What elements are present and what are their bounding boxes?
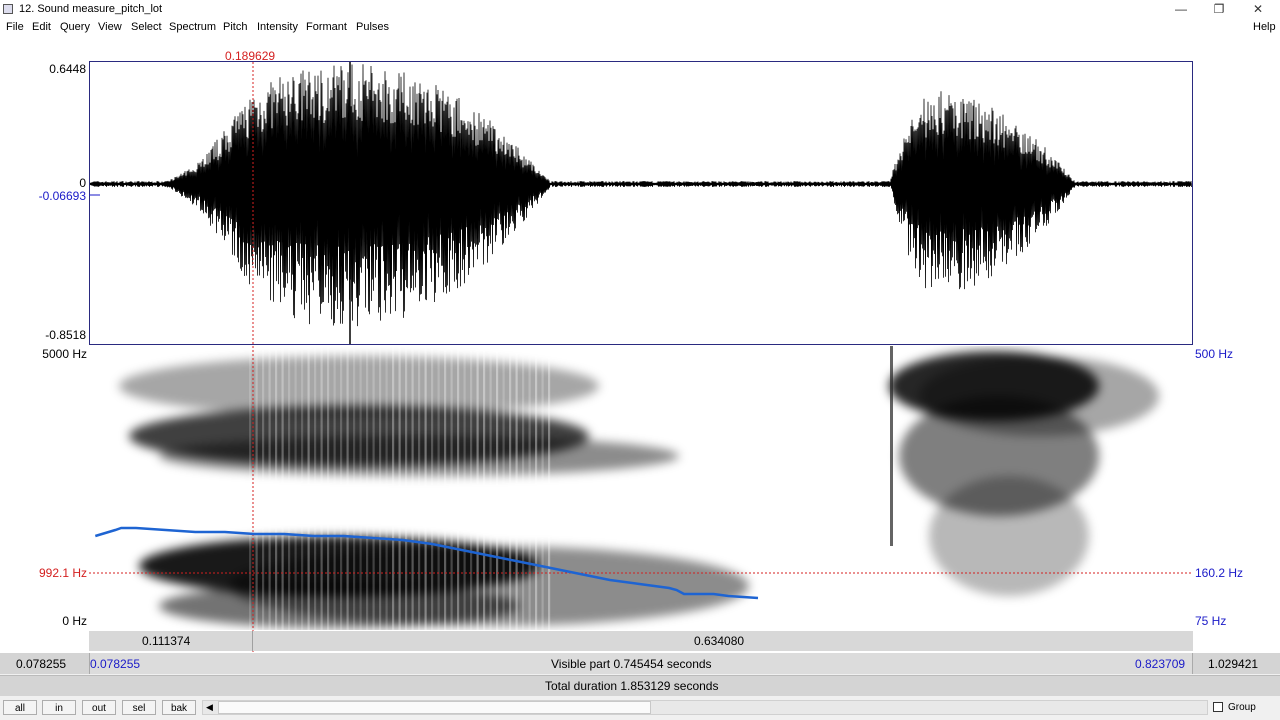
zoom-back-button[interactable]: bak xyxy=(162,700,196,715)
selection-right-duration[interactable]: 0.634080 xyxy=(694,634,744,648)
scroll-left-icon[interactable]: ◀ xyxy=(206,702,213,713)
window-end-time[interactable]: 1.029421 xyxy=(1208,657,1258,671)
pitch-contour xyxy=(94,526,759,600)
bottom-toolbar: all in out sel bak ◀ Group xyxy=(0,697,1280,720)
group-label: Group xyxy=(1228,702,1256,713)
zoom-out-button[interactable]: out xyxy=(82,700,116,715)
total-duration: Total duration 1.853129 seconds xyxy=(545,679,719,693)
overlay-svg xyxy=(89,62,1193,652)
visible-duration: Visible part 0.745454 seconds xyxy=(551,657,712,671)
zoom-in-button[interactable]: in xyxy=(42,700,76,715)
zoom-selection-button[interactable]: sel xyxy=(122,700,156,715)
zoom-all-button[interactable]: all xyxy=(3,700,37,715)
selection-divider xyxy=(252,631,253,651)
scroll-thumb[interactable] xyxy=(218,701,651,714)
total-duration-bar[interactable]: Total duration 1.853129 seconds xyxy=(0,675,1280,696)
group-checkbox[interactable] xyxy=(1213,702,1223,712)
horizontal-scrollbar[interactable]: ◀ xyxy=(202,700,1208,715)
selection-bar: 0.111374 0.634080 xyxy=(89,631,1193,651)
selection-left-duration[interactable]: 0.111374 xyxy=(142,634,190,648)
window-start-time[interactable]: 0.078255 xyxy=(16,657,66,671)
visible-end-time: 0.823709 xyxy=(1135,657,1186,671)
visible-start-time: 0.078255 xyxy=(90,657,141,671)
visible-bar: 0.078255 0.078255 Visible part 0.745454 … xyxy=(0,653,1280,674)
